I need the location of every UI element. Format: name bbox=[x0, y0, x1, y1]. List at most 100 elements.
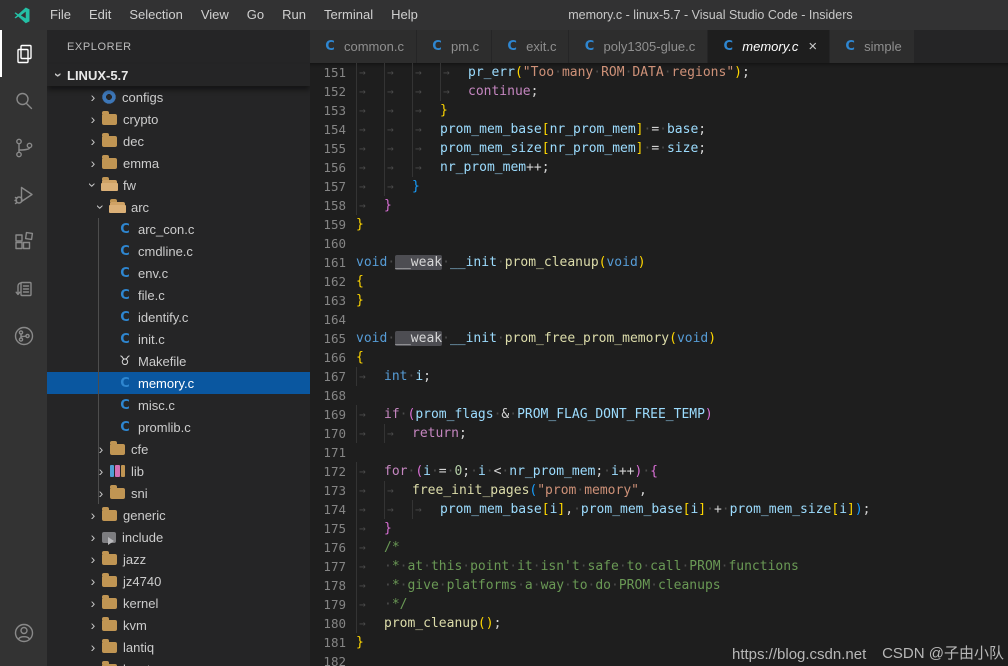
space-dot: · bbox=[618, 559, 627, 574]
account-icon[interactable] bbox=[0, 609, 47, 656]
code-line[interactable]: 174 → → → prom_mem_base[i],·prom_mem_base[i]… bbox=[310, 500, 1008, 519]
tree-item-arc[interactable]: › arc bbox=[47, 196, 310, 218]
menu-go[interactable]: Go bbox=[238, 0, 273, 30]
code-line[interactable]: 161 void·__weak·__init·prom_cleanup(void) bbox=[310, 253, 1008, 272]
tree-item-include[interactable]: › include bbox=[47, 526, 310, 548]
token: prom_cleanup bbox=[384, 616, 478, 631]
tab-simple[interactable]: Csimple bbox=[830, 30, 915, 63]
tree-root-linux-5.7[interactable]: › LINUX-5.7 bbox=[47, 64, 310, 86]
tab-memory-c[interactable]: Cmemory.c × bbox=[708, 30, 831, 63]
code-line[interactable]: 166 { bbox=[310, 348, 1008, 367]
circle-branch-icon[interactable] bbox=[0, 312, 47, 359]
tree-item-memory-c[interactable]: Cmemory.c bbox=[47, 372, 310, 394]
tree-item-lib[interactable]: › lib bbox=[47, 460, 310, 482]
tree-item-emma[interactable]: › emma bbox=[47, 152, 310, 174]
tree-item-fw[interactable]: › fw bbox=[47, 174, 310, 196]
tree-item-kernel[interactable]: › kernel bbox=[47, 592, 310, 614]
search-icon[interactable] bbox=[0, 77, 47, 124]
code-line[interactable]: 156 → → → nr_prom_mem++; bbox=[310, 158, 1008, 177]
tree-item-kvm[interactable]: › kvm bbox=[47, 614, 310, 636]
code-line[interactable]: 181} bbox=[310, 633, 1008, 652]
code-line[interactable]: 157 → →} bbox=[310, 177, 1008, 196]
tree-item-misc-c[interactable]: Cmisc.c bbox=[47, 394, 310, 416]
code-line[interactable]: 159} bbox=[310, 215, 1008, 234]
chevron-right-icon: › bbox=[85, 661, 101, 666]
tab-whitespace-icon: → bbox=[356, 101, 384, 120]
doc-arrow-icon[interactable] bbox=[0, 265, 47, 312]
tab-label: simple bbox=[864, 39, 902, 54]
code-line[interactable]: 154 → → → prom_mem_base[nr_prom_mem]·=·base; bbox=[310, 120, 1008, 139]
tree-item-identify-c[interactable]: Cidentify.c bbox=[47, 306, 310, 328]
tree-item-label: include bbox=[122, 529, 164, 545]
tree-item-cmdline-c[interactable]: Ccmdline.c bbox=[47, 240, 310, 262]
tree-item-promlib-c[interactable]: Cpromlib.c bbox=[47, 416, 310, 438]
tree-item-file-c[interactable]: Cfile.c bbox=[47, 284, 310, 306]
code-line[interactable]: 155 → → → prom_mem_size[nr_prom_mem]·=·size; bbox=[310, 139, 1008, 158]
code-line[interactable]: 162 { bbox=[310, 272, 1008, 291]
tree-item-lantiq[interactable]: › lantiq bbox=[47, 636, 310, 658]
tree-item-lasat[interactable]: › lasat bbox=[47, 658, 310, 666]
code-line[interactable]: 171 bbox=[310, 443, 1008, 462]
code-line[interactable]: 164 bbox=[310, 310, 1008, 329]
menu-run[interactable]: Run bbox=[273, 0, 315, 30]
code-line[interactable]: 180 → prom_cleanup(); bbox=[310, 614, 1008, 633]
code-line[interactable]: 177 → ·*·at·this·point·it·isn't·safe·to·ca… bbox=[310, 557, 1008, 576]
tree-item-arc-con-c[interactable]: Carc_con.c bbox=[47, 218, 310, 240]
menu-terminal[interactable]: Terminal bbox=[315, 0, 382, 30]
tree-item-jz4740[interactable]: › jz4740 bbox=[47, 570, 310, 592]
tree-item-sni[interactable]: › sni bbox=[47, 482, 310, 504]
tab-pm-c[interactable]: Cpm.c bbox=[416, 30, 493, 63]
code-line[interactable]: 175 →} bbox=[310, 519, 1008, 538]
code-editor[interactable]: 151 → → → → pr_err("Too·many·ROM·DATA·regions… bbox=[310, 63, 1008, 666]
tree-item-cfe[interactable]: › cfe bbox=[47, 438, 310, 460]
code-line[interactable]: 179 → ·*/ bbox=[310, 595, 1008, 614]
code-line[interactable]: 167 → int·i; bbox=[310, 367, 1008, 386]
token: ( bbox=[514, 65, 523, 80]
tab-exit-c[interactable]: Cexit.c bbox=[492, 30, 570, 63]
menu-edit[interactable]: Edit bbox=[80, 0, 120, 30]
token: · bbox=[496, 331, 505, 346]
extensions-icon[interactable] bbox=[0, 218, 47, 265]
tab-common-c[interactable]: Ccommon.c bbox=[310, 30, 417, 63]
code-line[interactable]: 152 → → → → continue; bbox=[310, 82, 1008, 101]
source-control-icon[interactable] bbox=[0, 124, 47, 171]
token: ( bbox=[669, 331, 677, 346]
line-number: 166 bbox=[323, 350, 346, 365]
code-line[interactable]: 170 → → return; bbox=[310, 424, 1008, 443]
code-line[interactable]: 178 → ·*·give·platforms·a·way·to·do·PROM·c… bbox=[310, 576, 1008, 595]
string-token: DATA bbox=[632, 65, 664, 80]
tree-item-makefile[interactable]: ♉ Makefile bbox=[47, 350, 310, 372]
menu-view[interactable]: View bbox=[192, 0, 238, 30]
tree-item-init-c[interactable]: Cinit.c bbox=[47, 328, 310, 350]
menu-selection[interactable]: Selection bbox=[120, 0, 191, 30]
code-line[interactable]: 182 bbox=[310, 652, 1008, 666]
menu-file[interactable]: File bbox=[41, 0, 80, 30]
code-line[interactable]: 160 bbox=[310, 234, 1008, 253]
run-debug-icon[interactable] bbox=[0, 171, 47, 218]
code-text: → prom_cleanup(); bbox=[356, 614, 1008, 633]
tree-item-crypto[interactable]: › crypto bbox=[47, 108, 310, 130]
explorer-icon[interactable] bbox=[0, 30, 47, 77]
token: __weak bbox=[395, 255, 443, 270]
space-dot: · bbox=[663, 65, 672, 80]
code-line[interactable]: 172 → for·(i·=·0;·i·<·nr_prom_mem;·i++)·{ bbox=[310, 462, 1008, 481]
code-line[interactable]: 151 → → → → pr_err("Too·many·ROM·DATA·regions… bbox=[310, 63, 1008, 82]
tree-item-env-c[interactable]: Cenv.c bbox=[47, 262, 310, 284]
code-line[interactable]: 163} bbox=[310, 291, 1008, 310]
tree-item-jazz[interactable]: › jazz bbox=[47, 548, 310, 570]
menu-help[interactable]: Help bbox=[382, 0, 427, 30]
code-line[interactable]: 169 → if·(prom_flags·&·PROM_FLAG_DONT_FREE… bbox=[310, 405, 1008, 424]
tab-poly1305-glue-c[interactable]: Cpoly1305-glue.c bbox=[569, 30, 709, 63]
close-icon[interactable]: × bbox=[808, 39, 817, 54]
space-dot: · bbox=[611, 578, 619, 593]
tree-item-generic[interactable]: › generic bbox=[47, 504, 310, 526]
code-line[interactable]: 173 → → free_init_pages("prom·memory", bbox=[310, 481, 1008, 500]
line-number: 178 bbox=[323, 578, 346, 593]
tree-item-dec[interactable]: › dec bbox=[47, 130, 310, 152]
code-line[interactable]: 158 →} bbox=[310, 196, 1008, 215]
code-line[interactable]: 165 void·__weak·__init·prom_free_prom_mem… bbox=[310, 329, 1008, 348]
code-line[interactable]: 176 →/* bbox=[310, 538, 1008, 557]
tree-item-configs[interactable]: › configs bbox=[47, 86, 310, 108]
code-line[interactable]: 153 → → →} bbox=[310, 101, 1008, 120]
code-line[interactable]: 168 bbox=[310, 386, 1008, 405]
